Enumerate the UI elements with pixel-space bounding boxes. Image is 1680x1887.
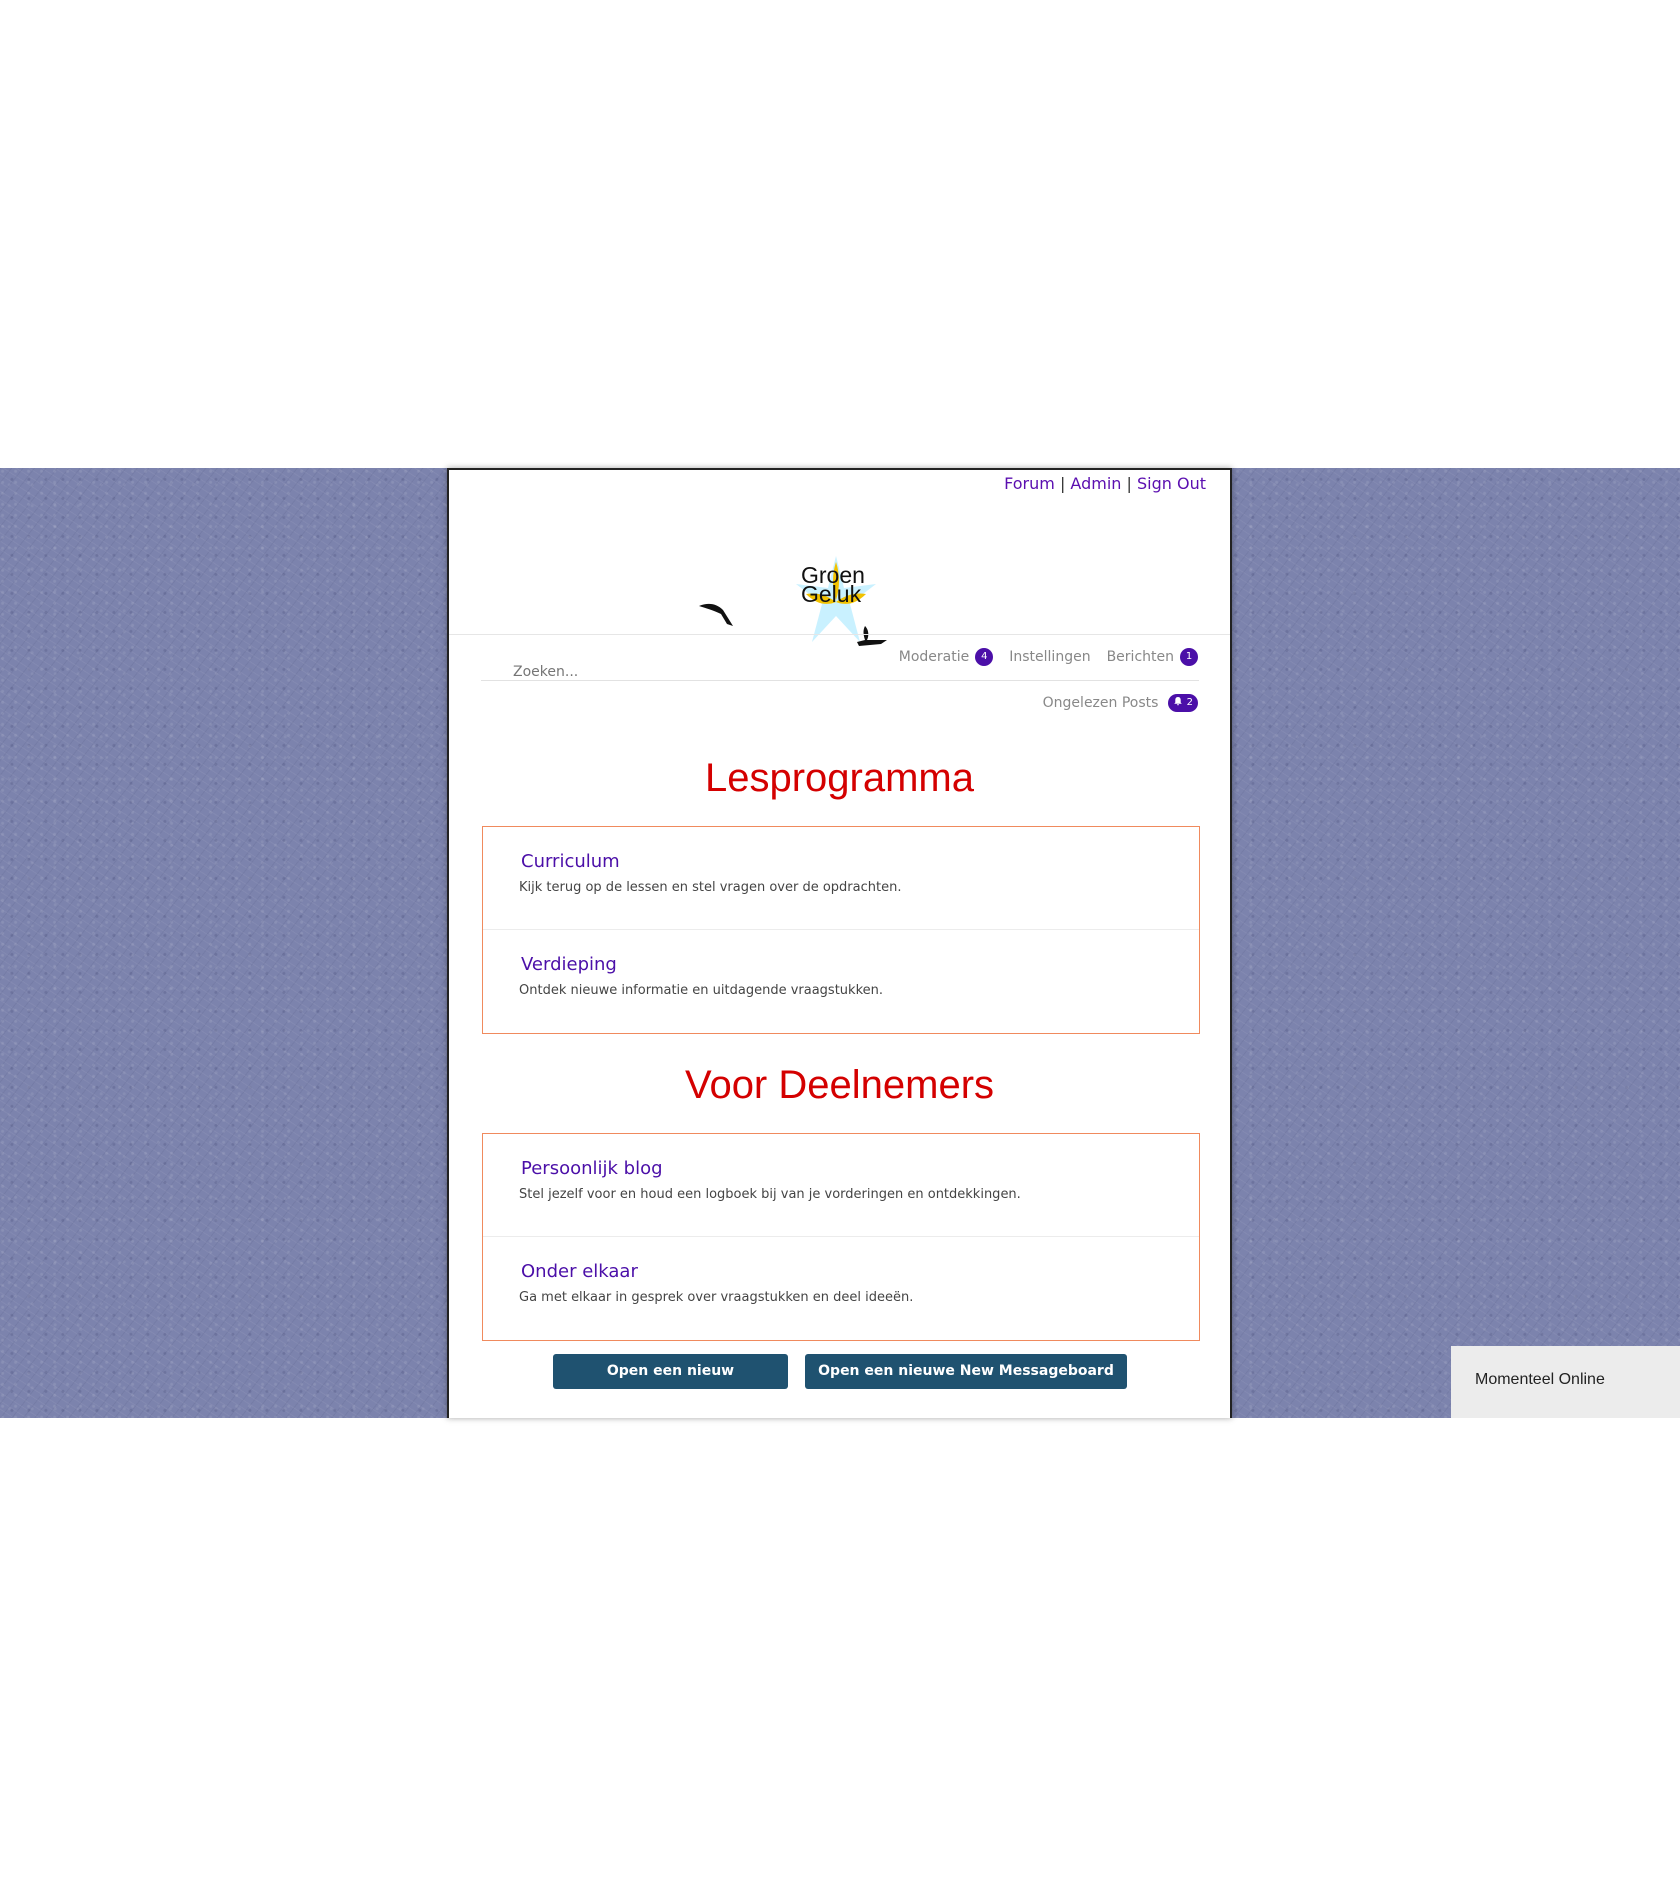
online-panel-label: Momenteel Online [1475,1371,1605,1388]
category-box: Curriculum Kijk terug op de lessen en st… [482,826,1200,1034]
forum-description: Ontdek nieuwe informatie en uitdagende v… [519,983,883,998]
unread-count-badge: 2 [1168,694,1198,712]
forum-link[interactable]: Forum [1004,474,1055,493]
section-title: Lesprogramma [704,756,974,800]
unread-posts-label: Ongelezen Posts [1042,695,1159,711]
nav-settings[interactable]: Instellingen [1009,649,1090,665]
forum-description: Kijk terug op de lessen en stel vragen o… [519,880,902,895]
section-title: Voor Deelnemers [684,1063,995,1107]
forum-row[interactable]: Verdieping Ontdek nieuwe informatie en u… [483,930,1199,1033]
forum-row[interactable]: Persoonlijk blog Stel jezelf voor en hou… [483,1134,1199,1237]
bird-icon [857,626,887,646]
forum-title-link[interactable]: Curriculum [521,851,620,872]
new-messageboard-button[interactable]: Open een nieuw Messageboard [553,1354,788,1414]
logo-text: Groen Geluk [801,562,865,607]
forum-row[interactable]: Onder elkaar Ga met elkaar in gesprek ov… [483,1237,1199,1340]
site-logo[interactable]: Groen Geluk [449,506,1230,646]
search-bar [481,664,1199,681]
bell-icon [1174,697,1183,706]
category-box: Persoonlijk blog Stel jezelf voor en hou… [482,1133,1200,1341]
nav-moderation[interactable]: Moderatie [899,649,969,665]
top-links: Forum | Admin | Sign Out [1004,474,1206,493]
header-divider [449,634,1230,635]
nav-messages[interactable]: Berichten [1107,649,1174,665]
admin-link[interactable]: Admin [1070,474,1121,493]
forum-title-link[interactable]: Verdieping [521,954,617,975]
forum-title-link[interactable]: Onder elkaar [521,1261,638,1282]
sign-out-link[interactable]: Sign Out [1137,474,1206,493]
search-input[interactable] [513,664,813,680]
forum-description: Stel jezelf voor en houd een logboek bij… [519,1187,1021,1202]
forum-row[interactable]: Curriculum Kijk terug op de lessen en st… [483,827,1199,930]
new-messageboard-group-button[interactable]: Open een nieuwe New Messageboard groep. [805,1354,1127,1414]
unread-posts[interactable]: Ongelezen Posts 2 [1043,694,1198,712]
forum-description: Ga met elkaar in gesprek over vraagstukk… [519,1290,914,1305]
online-users-panel[interactable]: Momenteel Online [1451,1346,1680,1418]
forum-card: Forum | Admin | Sign Out Groen Geluk Mod… [447,468,1232,1418]
forum-title-link[interactable]: Persoonlijk blog [521,1158,663,1179]
bird-icon [699,603,733,626]
